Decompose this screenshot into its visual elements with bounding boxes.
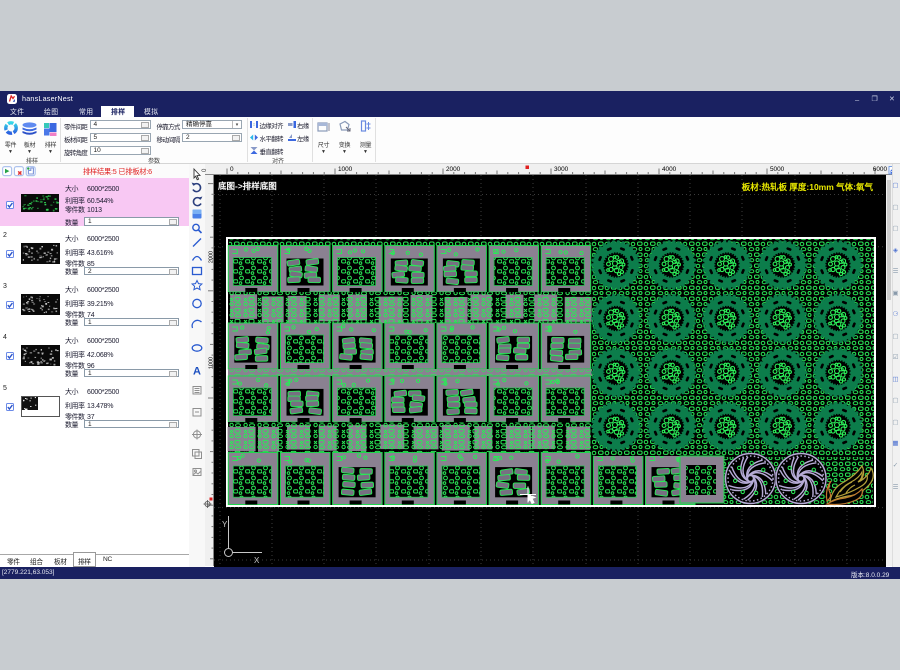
svg-text:5000: 5000	[770, 166, 785, 173]
svg-text:3000: 3000	[554, 166, 569, 173]
svg-text:底图->排样底图: 底图->排样底图	[218, 181, 277, 191]
svg-text:板材:热轧板 厚度:10mm 气体:氧气: 板材:热轧板 厚度:10mm 气体:氧气	[742, 182, 874, 192]
svg-text:Y: Y	[222, 520, 228, 529]
svg-text:0: 0	[230, 166, 234, 173]
svg-text:X: X	[254, 556, 260, 565]
svg-text:0: 0	[202, 168, 208, 172]
svg-text:2000: 2000	[446, 166, 461, 173]
svg-text:6000: 6000	[873, 166, 888, 173]
svg-text:1000: 1000	[338, 166, 353, 173]
svg-text:4000: 4000	[662, 166, 677, 173]
